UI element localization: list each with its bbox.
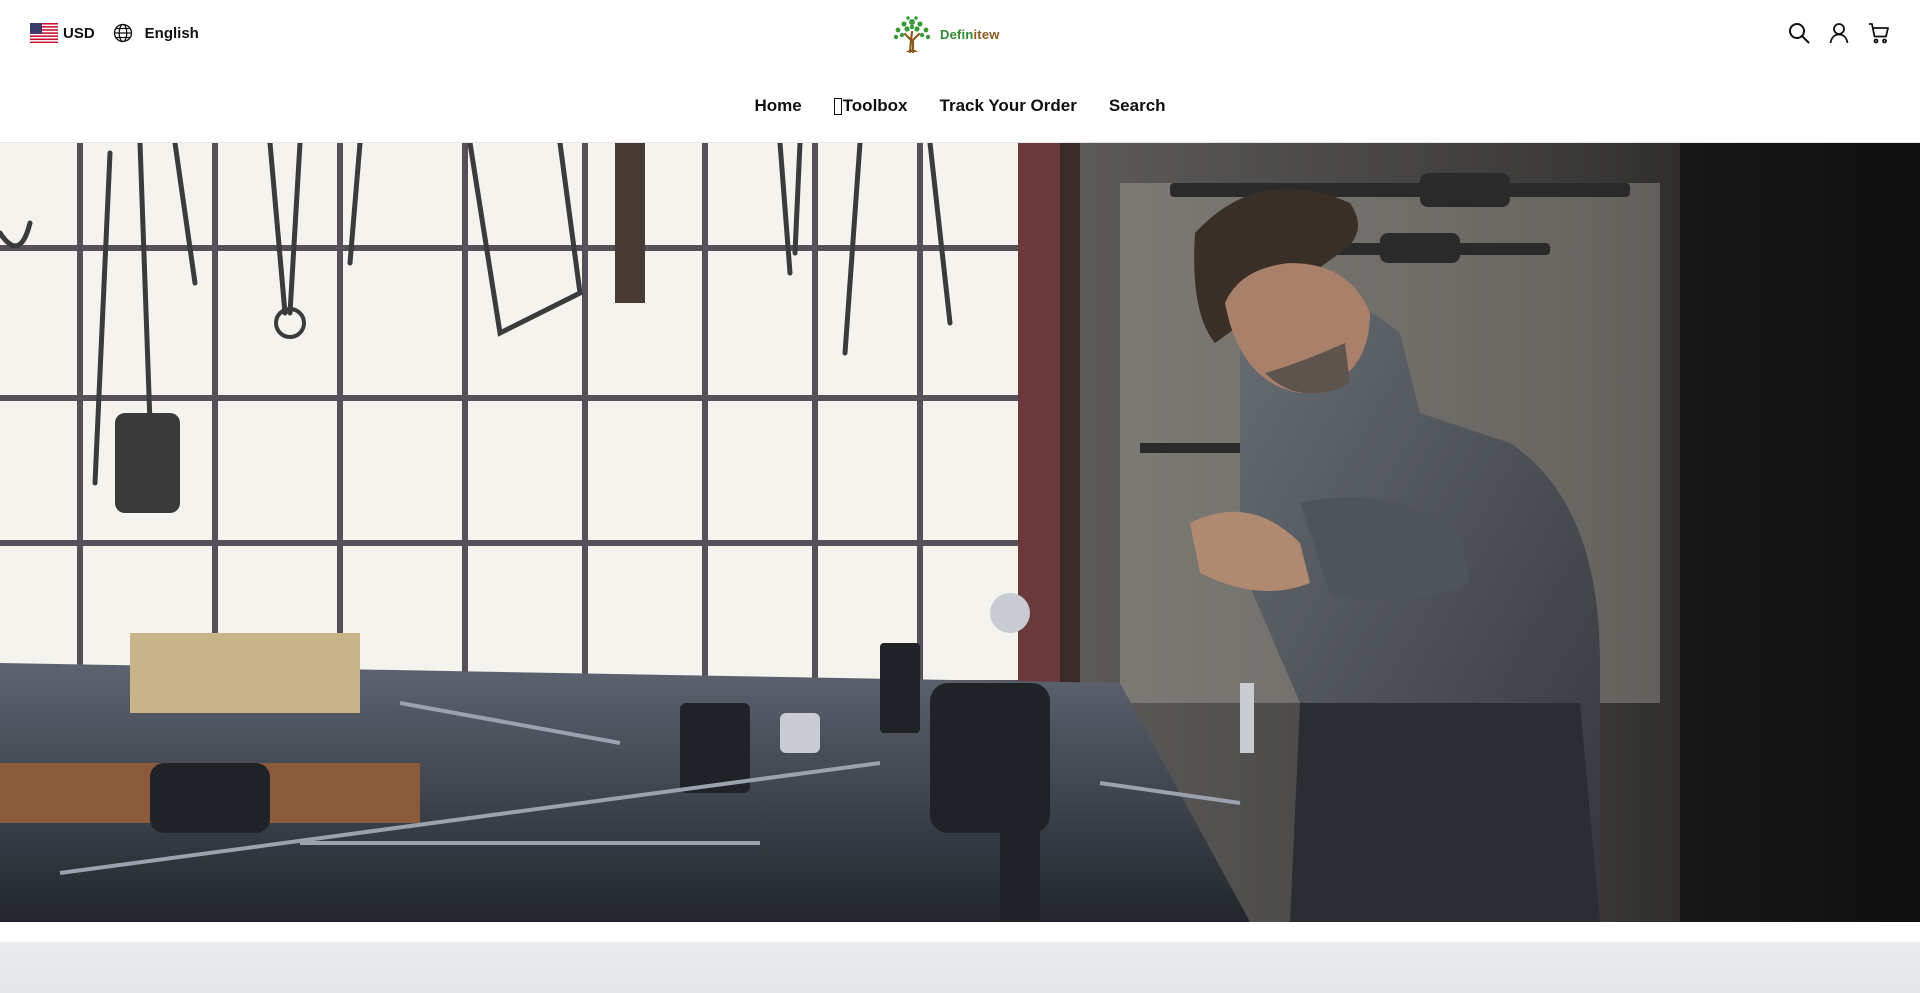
currency-selector[interactable]: USD xyxy=(63,25,95,42)
cart-icon[interactable] xyxy=(1868,22,1890,44)
main-nav: Home Toolbox Track Your Order Search xyxy=(0,96,1920,116)
hero-banner[interactable] xyxy=(0,143,1920,922)
language-selector[interactable]: English xyxy=(113,23,199,43)
language-label: English xyxy=(144,24,199,42)
locale-selector: USD English xyxy=(30,23,199,43)
us-flag-icon[interactable] xyxy=(30,23,58,43)
nav-toolbox[interactable]: Toolbox xyxy=(833,96,908,116)
brand-name: Definitew xyxy=(940,27,1000,42)
brand-logo[interactable]: Definitew xyxy=(890,14,1000,54)
globe-icon xyxy=(113,23,132,43)
brand-name-part2: itew xyxy=(973,26,1000,42)
top-bar: USD English Definitew xyxy=(0,0,1920,70)
account-icon[interactable] xyxy=(1828,22,1850,44)
nav-track-order[interactable]: Track Your Order xyxy=(940,96,1077,116)
missing-glyph-icon xyxy=(833,97,842,115)
nav-toolbox-label: Toolbox xyxy=(842,96,908,115)
nav-search[interactable]: Search xyxy=(1109,96,1166,116)
header-actions xyxy=(1770,22,1890,44)
brand-name-part1: Defin xyxy=(940,26,974,42)
nav-home[interactable]: Home xyxy=(754,96,801,116)
search-icon[interactable] xyxy=(1788,22,1810,44)
next-section-strip xyxy=(0,942,1920,993)
hero-image xyxy=(0,143,1920,922)
tree-logo-icon xyxy=(893,16,931,54)
